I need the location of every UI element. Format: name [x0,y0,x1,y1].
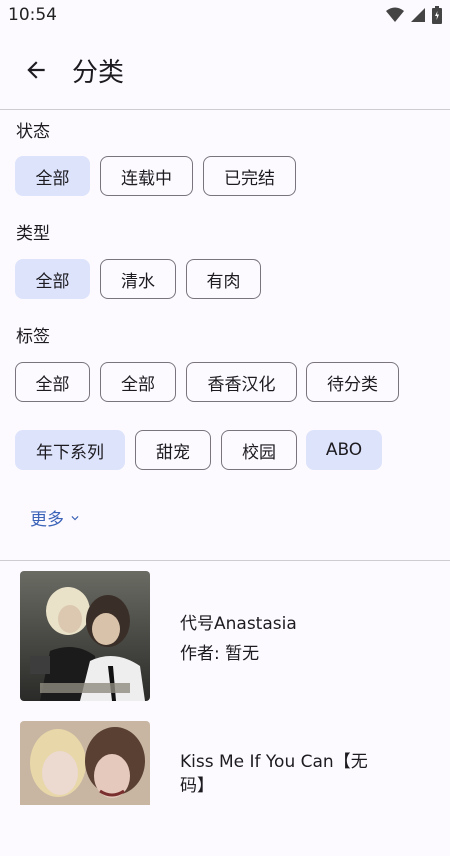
comic-title: 代号Anastasia [180,614,297,634]
more-label: 更多 [30,510,64,530]
tag-chip[interactable]: 年下系列 [15,430,125,470]
wifi-icon [386,7,404,22]
tag-chip[interactable]: ABO [306,430,382,470]
tags-section-label: 标签 [16,327,50,347]
status-chip-ongoing[interactable]: 连载中 [100,156,193,196]
chevron-down-icon [71,515,79,520]
type-chip-clean[interactable]: 清水 [100,259,176,299]
page-title: 分类 [72,58,125,88]
type-section-label: 类型 [16,224,50,244]
comic-cover-image [20,721,150,805]
status-chip-all[interactable]: 全部 [15,156,90,196]
arrow-left-icon [27,61,45,79]
type-chip-mature[interactable]: 有肉 [186,259,261,299]
status-bar: 10:54 [0,0,450,32]
header-divider [0,109,450,110]
tag-chip[interactable]: 校园 [221,430,297,470]
back-button[interactable] [20,54,52,86]
status-chip-completed[interactable]: 已完结 [203,156,296,196]
tag-chip[interactable]: 甜宠 [135,430,211,470]
filter-divider [0,560,450,561]
type-chip-all[interactable]: 全部 [15,259,90,299]
tag-chip[interactable]: 待分类 [306,362,399,402]
status-icons [386,6,442,24]
signal-icon [411,8,425,22]
tag-chip[interactable]: 香香汉化 [186,362,297,402]
status-time: 10:54 [8,5,57,25]
list-item[interactable]: 代号Anastasia 作者: 暂无 [0,566,450,706]
status-section-label: 状态 [16,122,50,142]
more-button[interactable]: 更多 [30,505,82,530]
comic-cover-image [20,571,150,701]
tag-chip[interactable]: 全部 [100,362,176,402]
comic-author: 作者: 暂无 [180,644,260,664]
comic-title: Kiss Me If You Can【无码】 [180,752,368,796]
battery-icon [432,6,442,24]
tag-chip[interactable]: 全部 [15,362,90,402]
list-item[interactable]: Kiss Me If You Can【无码】 [0,716,450,856]
top-app-bar: 分类 [0,32,450,110]
